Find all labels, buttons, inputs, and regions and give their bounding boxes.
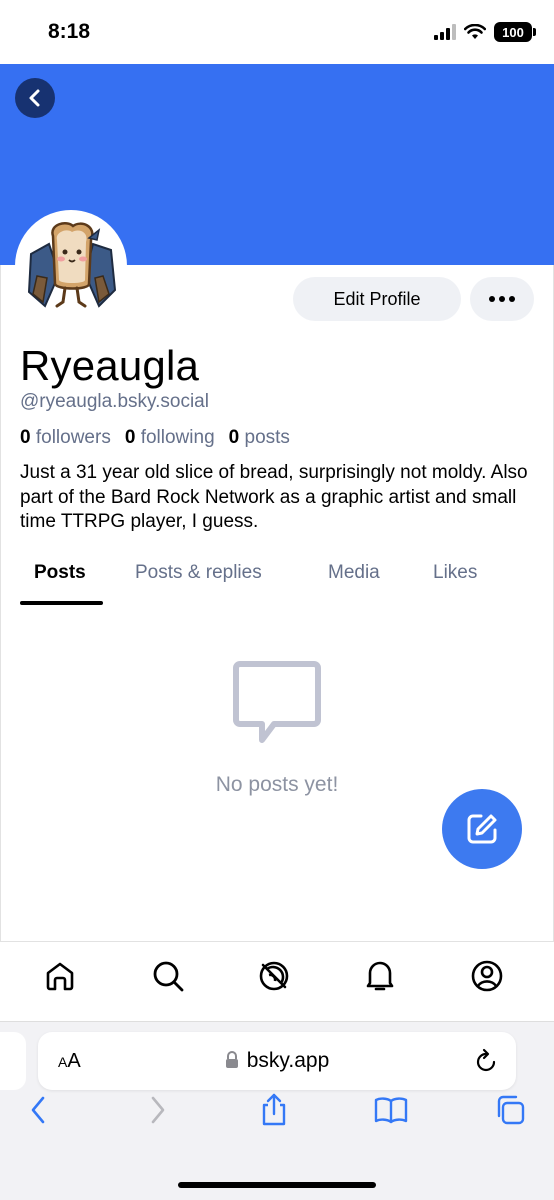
nav-notifications[interactable]	[360, 956, 400, 996]
browser-back-button[interactable]	[18, 1090, 58, 1130]
status-icons: 100	[434, 22, 536, 42]
previous-tab-preview[interactable]	[0, 1032, 26, 1090]
active-tab-indicator	[20, 601, 103, 605]
posts-stat: 0 posts	[228, 427, 290, 448]
nav-profile[interactable]	[467, 956, 507, 996]
tab-posts[interactable]: Posts	[34, 562, 86, 584]
more-options-button[interactable]	[470, 277, 534, 321]
url-display[interactable]: bsky.app	[38, 1049, 516, 1073]
status-time: 8:18	[48, 20, 91, 43]
tabs-icon	[497, 1095, 525, 1125]
book-icon	[374, 1097, 408, 1124]
compose-post-button[interactable]	[442, 789, 522, 869]
display-name: Ryeaugla	[20, 342, 200, 389]
tab-likes[interactable]: Likes	[433, 562, 477, 584]
avatar[interactable]	[15, 210, 127, 322]
reload-icon[interactable]	[474, 1048, 498, 1074]
profile-bio: Just a 31 year old slice of bread, surpr…	[20, 462, 528, 532]
bell-icon	[366, 961, 394, 991]
wifi-icon	[464, 24, 486, 39]
feeds-icon	[259, 961, 289, 991]
status-bar: 8:18 100	[0, 0, 554, 64]
share-icon	[262, 1093, 286, 1126]
message-bubble-icon	[233, 661, 321, 743]
cellular-signal-icon	[434, 24, 456, 40]
share-button[interactable]	[254, 1090, 294, 1130]
lock-icon	[225, 1051, 238, 1068]
profile-stats: 0 followers 0 following 0 posts	[20, 427, 290, 449]
home-indicator	[178, 1182, 376, 1188]
tabs-button[interactable]	[490, 1090, 530, 1130]
bookmarks-button[interactable]	[371, 1090, 411, 1130]
back-button[interactable]	[15, 78, 55, 118]
ellipsis-icon	[489, 296, 495, 302]
chevron-left-icon	[31, 1096, 45, 1124]
bread-character-image	[19, 214, 123, 318]
tab-media[interactable]: Media	[328, 562, 380, 584]
profile-handle: @ryeaugla.bsky.social	[20, 391, 209, 412]
address-bar[interactable]: AA bsky.app	[38, 1032, 516, 1090]
profile-icon	[471, 960, 503, 992]
search-icon	[153, 961, 184, 992]
tab-posts-and-replies[interactable]: Posts & replies	[135, 562, 262, 584]
following-stat[interactable]: 0 following	[125, 427, 215, 449]
followers-stat[interactable]: 0 followers	[20, 427, 111, 449]
nav-search[interactable]	[148, 956, 188, 996]
battery-indicator: 100	[494, 22, 536, 42]
browser-forward-button[interactable]	[138, 1090, 178, 1130]
compose-icon	[467, 814, 497, 844]
chevron-left-icon	[29, 89, 40, 107]
home-icon	[46, 962, 74, 991]
nav-home[interactable]	[40, 956, 80, 996]
chevron-right-icon	[151, 1096, 165, 1124]
profile-tabs: Posts Posts & replies Media Likes	[0, 548, 554, 606]
bottom-navigation	[0, 942, 554, 1022]
nav-feeds[interactable]	[254, 956, 294, 996]
edit-profile-button[interactable]: Edit Profile	[293, 277, 461, 321]
